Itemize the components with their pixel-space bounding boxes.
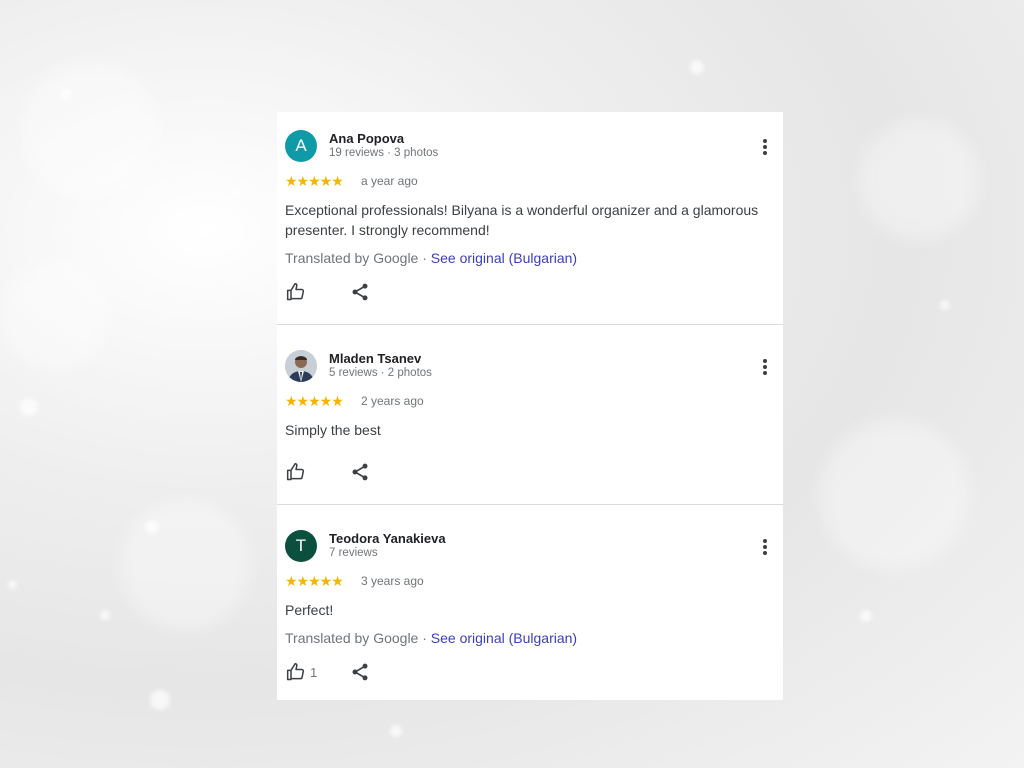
more-options-icon[interactable] — [757, 357, 773, 377]
divider — [277, 324, 783, 325]
share-button[interactable] — [350, 662, 370, 687]
reviewer-meta: 7 reviews — [329, 547, 378, 559]
reviewer-name[interactable]: Teodora Yanakieva — [329, 531, 446, 546]
like-button[interactable] — [286, 282, 306, 307]
translation-note: Translated by Google · See original (Bul… — [285, 250, 577, 266]
avatar[interactable]: A — [285, 130, 317, 162]
review-card: T Teodora Yanakieva 7 reviews ★★★★★ 3 ye… — [277, 512, 783, 700]
reviewer-name[interactable]: Mladen Tsanev — [329, 351, 421, 366]
profile-photo — [285, 350, 317, 382]
see-original-link[interactable]: See original (Bulgarian) — [431, 250, 577, 266]
review-date: 2 years ago — [361, 394, 424, 408]
reviewer-meta: 5 reviews · 2 photos — [329, 367, 432, 379]
star-rating: ★★★★★ — [285, 173, 344, 189]
star-rating: ★★★★★ — [285, 393, 344, 409]
review-date: 3 years ago — [361, 574, 424, 588]
share-icon — [352, 283, 368, 301]
reviewer-name[interactable]: Ana Popova — [329, 131, 404, 146]
like-count: 1 — [310, 665, 318, 680]
review-text: Perfect! — [285, 602, 334, 618]
thumbs-up-icon — [286, 462, 305, 481]
avatar[interactable]: T — [285, 530, 317, 562]
translation-note: Translated by Google · See original (Bul… — [285, 630, 577, 646]
avatar[interactable] — [285, 350, 317, 382]
review-date: a year ago — [361, 174, 418, 188]
reviewer-meta: 19 reviews · 3 photos — [329, 147, 439, 159]
share-icon — [352, 463, 368, 481]
review-card: Mladen Tsanev 5 reviews · 2 photos ★★★★★… — [277, 332, 783, 504]
more-options-icon[interactable] — [757, 137, 773, 157]
translated-by-label: Translated by Google · — [285, 250, 431, 266]
divider — [277, 504, 783, 505]
more-options-icon[interactable] — [757, 537, 773, 557]
review-card: A Ana Popova 19 reviews · 3 photos ★★★★★… — [277, 112, 783, 324]
see-original-link[interactable]: See original (Bulgarian) — [431, 630, 577, 646]
review-text: Simply the best — [285, 422, 381, 438]
star-rating: ★★★★★ — [285, 573, 344, 589]
share-button[interactable] — [350, 462, 370, 487]
like-button[interactable] — [286, 462, 306, 487]
review-text: Exceptional professionals! Bilyana is a … — [285, 202, 759, 238]
translated-by-label: Translated by Google · — [285, 630, 431, 646]
share-icon — [352, 663, 368, 681]
share-button[interactable] — [350, 282, 370, 307]
thumbs-up-icon — [286, 662, 305, 681]
reviews-panel: A Ana Popova 19 reviews · 3 photos ★★★★★… — [277, 112, 783, 700]
thumbs-up-icon — [286, 282, 305, 301]
like-button[interactable] — [286, 662, 306, 687]
